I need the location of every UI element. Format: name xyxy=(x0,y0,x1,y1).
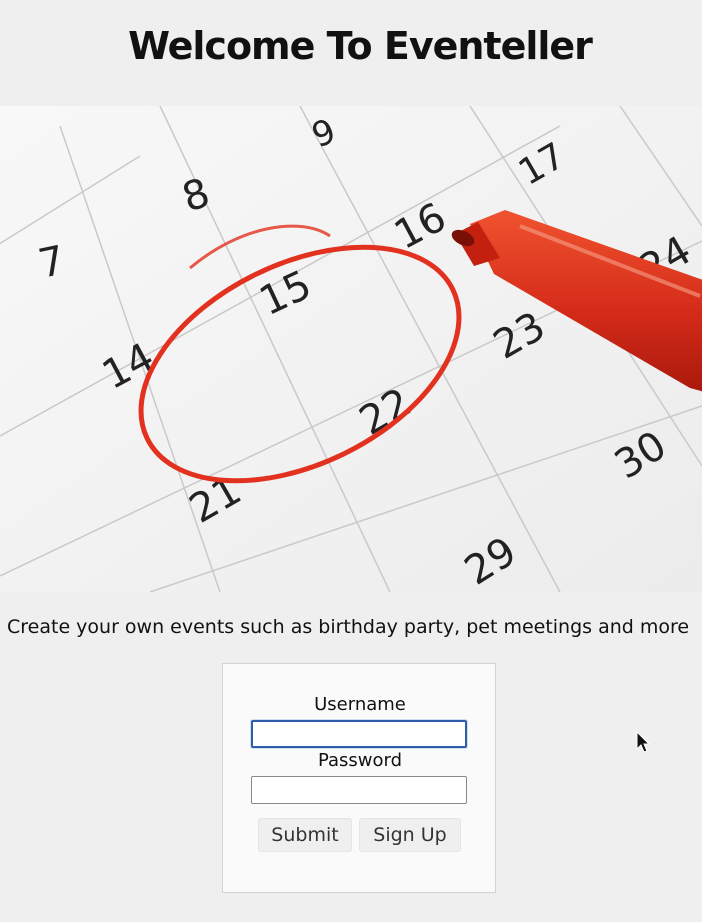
mouse-cursor-icon xyxy=(636,731,651,753)
username-input[interactable] xyxy=(251,720,467,748)
submit-button[interactable]: Submit xyxy=(258,818,352,852)
login-form: Username Password Submit Sign Up xyxy=(222,663,496,893)
password-label: Password xyxy=(317,750,403,771)
page-title: Welcome To Eventeller xyxy=(128,24,593,68)
calendar-marker-image: 7 8 9 14 15 16 17 21 22 23 24 29 30 xyxy=(0,106,702,592)
username-label: Username xyxy=(314,694,406,715)
hero-image: 7 8 9 14 15 16 17 21 22 23 24 29 30 xyxy=(0,106,702,592)
sign-up-button[interactable]: Sign Up xyxy=(359,818,461,852)
password-input[interactable] xyxy=(251,776,467,804)
tagline: Create your own events such as birthday … xyxy=(7,616,690,638)
